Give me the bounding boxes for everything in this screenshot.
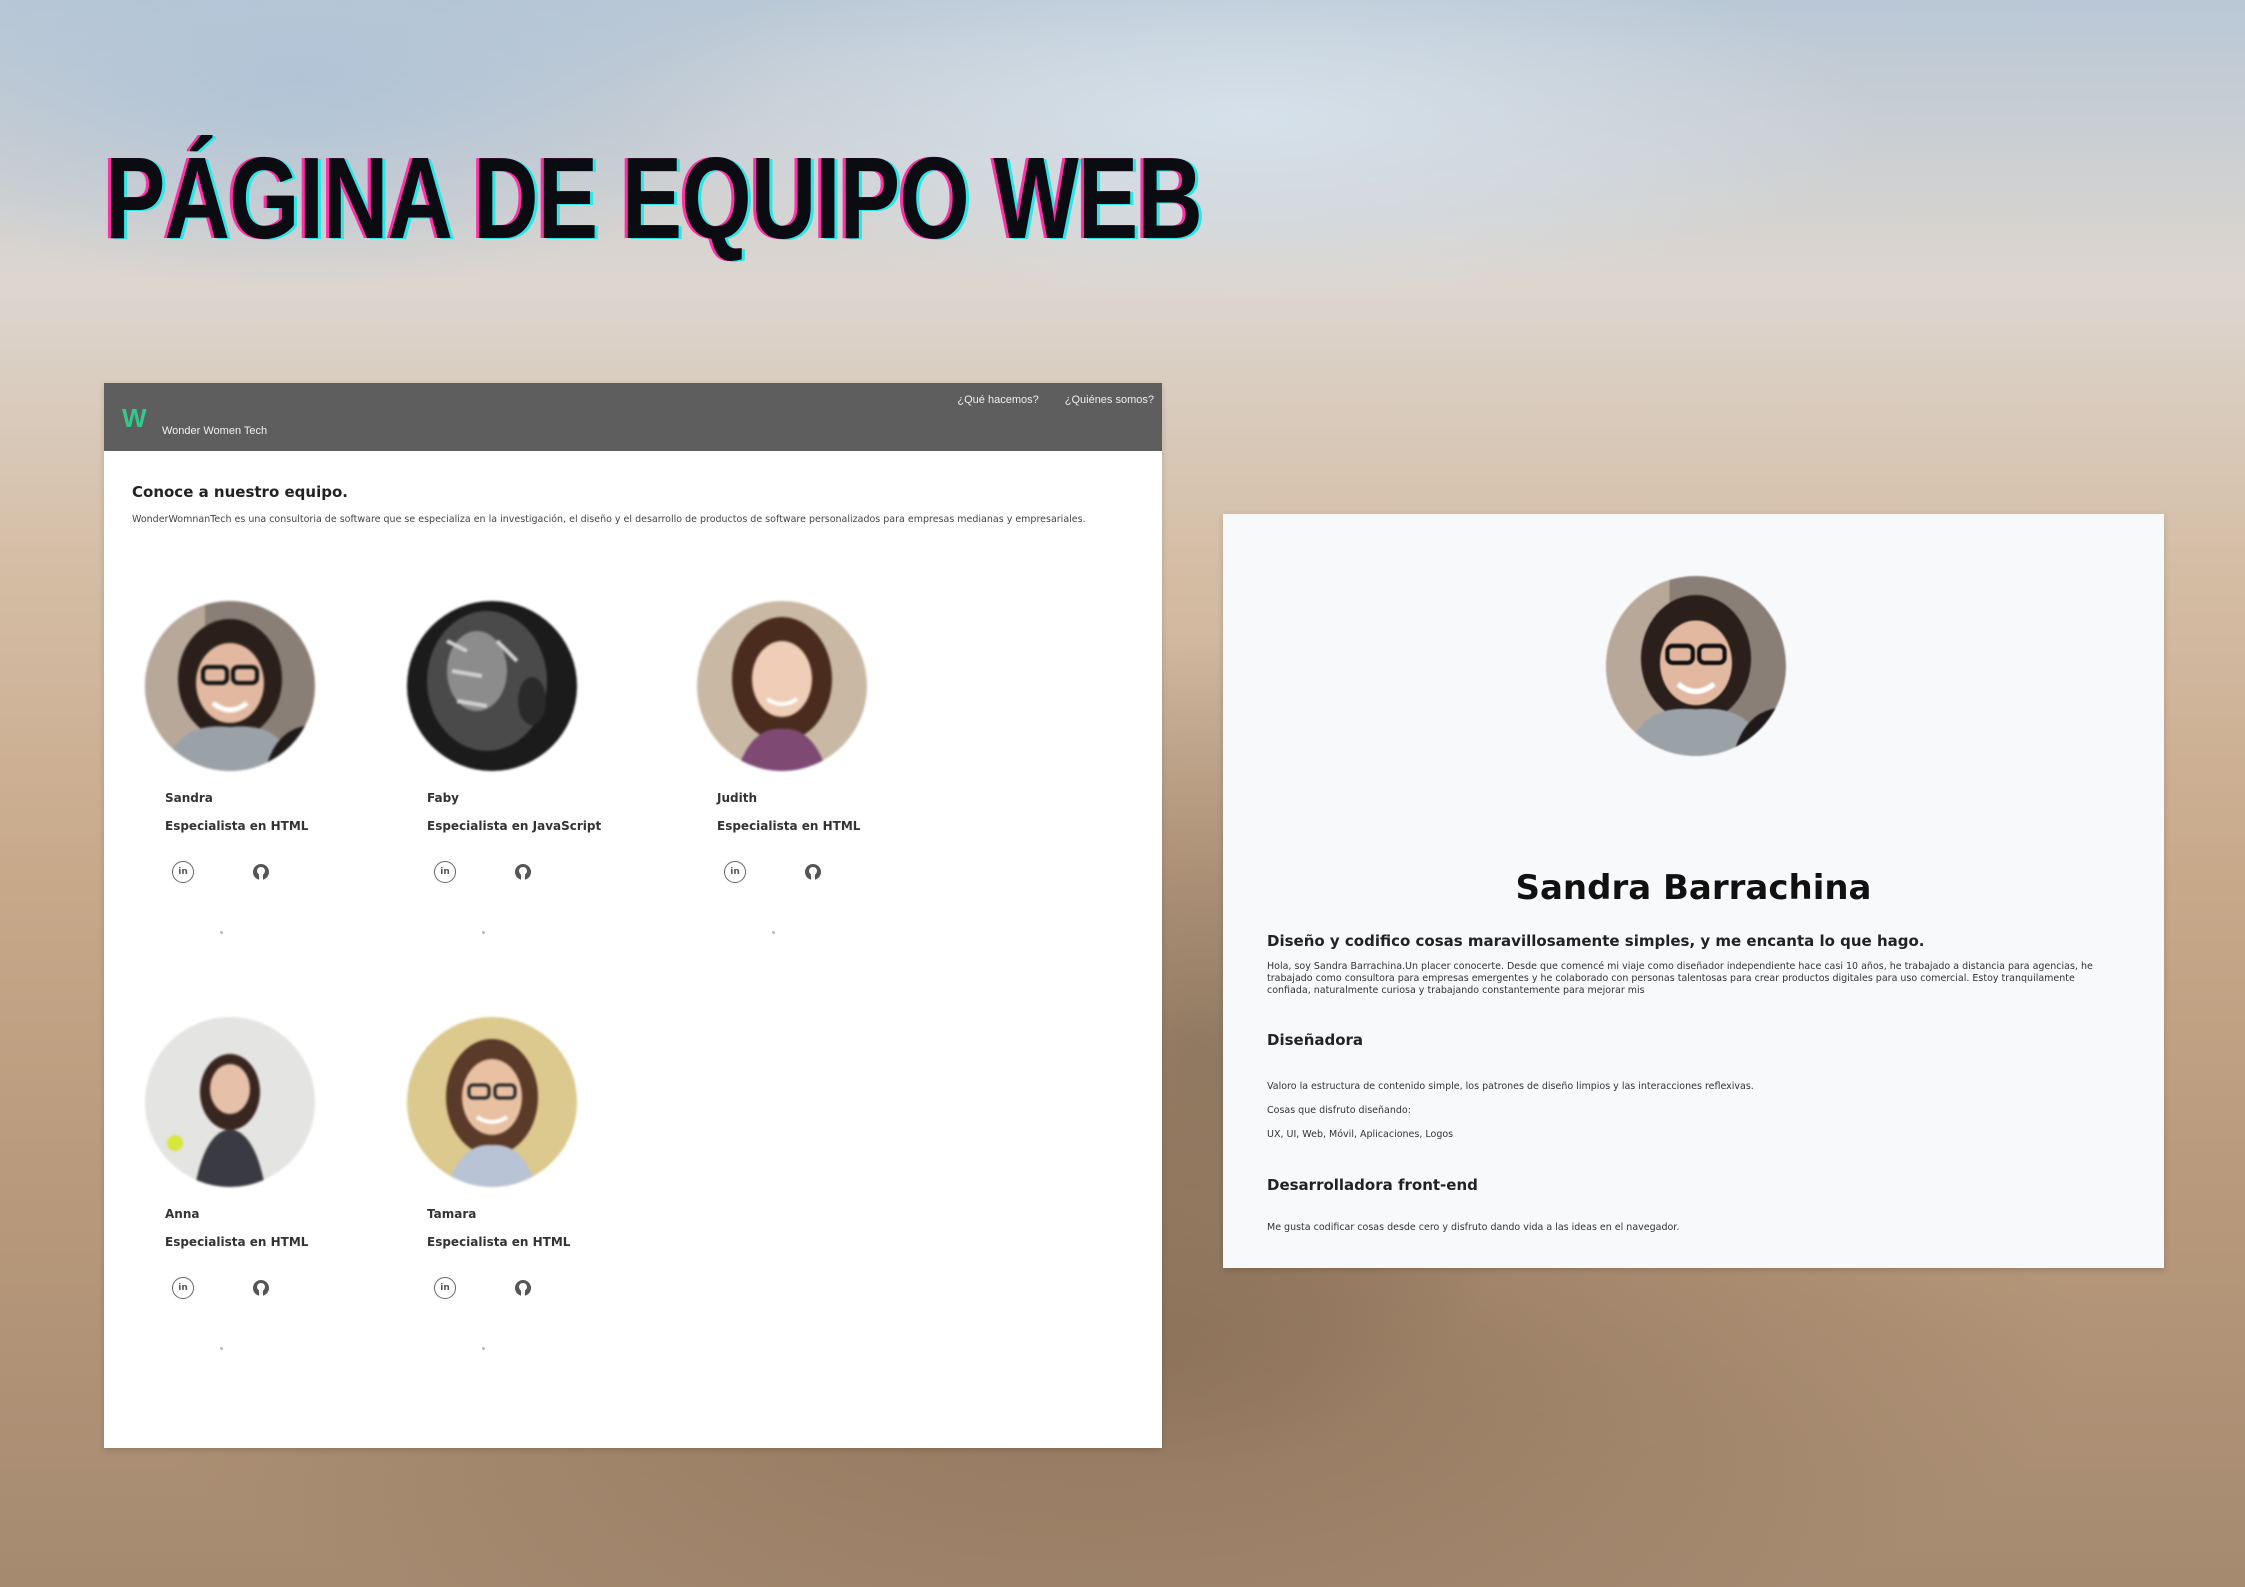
frontend-heading: Desarrolladora front-end: [1267, 1176, 1478, 1194]
linkedin-icon[interactable]: in: [434, 861, 456, 883]
avatar: [145, 1017, 315, 1187]
avatar: [407, 1017, 577, 1187]
designer-enjoy-list: UX, UI, Web, Móvil, Aplicaciones, Logos: [1267, 1129, 1454, 1140]
profile-name: Sandra Barrachina: [1515, 868, 1872, 908]
separator-dot: [482, 1347, 485, 1350]
member-card: Judith Especialista en HTML in: [662, 601, 892, 961]
separator-dot: [220, 1347, 223, 1350]
separator-dot: [482, 931, 485, 934]
frontend-text: Me gusta codificar cosas desde cero y di…: [1267, 1222, 1680, 1233]
slide-title: PÁGINA DE EQUIPO WEB: [105, 133, 1203, 263]
team-intro: WonderWomnanTech es una consultoria de s…: [132, 514, 1086, 525]
brand-logo[interactable]: W: [122, 405, 147, 431]
member-name: Anna: [165, 1207, 200, 1221]
designer-heading: Diseñadora: [1267, 1031, 1364, 1049]
profile-avatar: [1606, 576, 1786, 756]
github-icon[interactable]: [250, 861, 272, 883]
designer-text: Valoro la estructura de contenido simple…: [1267, 1081, 1754, 1092]
team-heading: Conoce a nuestro equipo.: [132, 483, 348, 501]
member-role: Especialista en JavaScript: [427, 819, 602, 833]
member-name: Tamara: [427, 1207, 477, 1221]
linkedin-icon[interactable]: in: [434, 1277, 456, 1299]
nav-link-quienes-somos[interactable]: ¿Quiénes somos?: [1065, 394, 1154, 406]
separator-dot: [772, 931, 775, 934]
brand-name: Wonder Women Tech: [162, 425, 268, 437]
nav-link-que-hacemos[interactable]: ¿Qué hacemos?: [957, 394, 1038, 406]
member-role: Especialista en HTML: [427, 1235, 571, 1249]
navbar: W Wonder Women Tech ¿Qué hacemos? ¿Quién…: [104, 383, 1162, 451]
github-icon[interactable]: [512, 1277, 534, 1299]
linkedin-icon[interactable]: in: [724, 861, 746, 883]
nav-links: ¿Qué hacemos? ¿Quiénes somos?: [957, 394, 1154, 406]
member-name: Sandra: [165, 791, 213, 805]
member-card: Tamara Especialista en HTML in: [372, 1017, 602, 1377]
designer-enjoy-label: Cosas que disfruto diseñando:: [1267, 1105, 1411, 1116]
member-card: Sandra Especialista en HTML in: [110, 601, 340, 961]
avatar: [697, 601, 867, 771]
profile-tagline: Diseño y codifico cosas maravillosamente…: [1267, 932, 1925, 950]
member-role: Especialista en HTML: [165, 819, 309, 833]
avatar: [145, 601, 315, 771]
profile-page-screenshot: Sandra Barrachina Diseño y codifico cosa…: [1223, 514, 2164, 1268]
member-name: Judith: [717, 791, 757, 805]
member-name: Faby: [427, 791, 460, 805]
avatar: [407, 601, 577, 771]
github-icon[interactable]: [802, 861, 824, 883]
member-card: Anna Especialista en HTML in: [110, 1017, 340, 1377]
member-role: Especialista en HTML: [717, 819, 861, 833]
separator-dot: [220, 931, 223, 934]
linkedin-icon[interactable]: in: [172, 861, 194, 883]
profile-bio: Hola, soy Sandra Barrachina.Un placer co…: [1267, 961, 2093, 996]
github-icon[interactable]: [250, 1277, 272, 1299]
github-icon[interactable]: [512, 861, 534, 883]
linkedin-icon[interactable]: in: [172, 1277, 194, 1299]
member-card: Faby Especialista en JavaScript in: [372, 601, 602, 961]
member-role: Especialista en HTML: [165, 1235, 309, 1249]
team-page-screenshot: W Wonder Women Tech ¿Qué hacemos? ¿Quién…: [104, 383, 1162, 1448]
